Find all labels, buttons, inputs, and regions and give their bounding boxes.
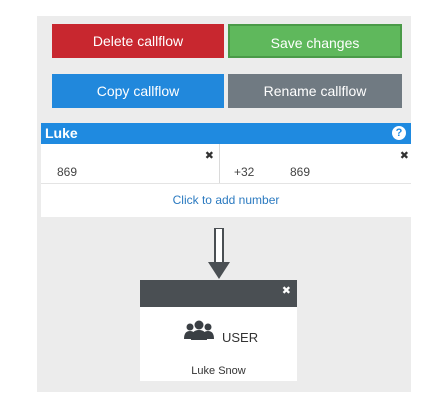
numbers-block-title: Luke [45,125,78,141]
help-icon[interactable]: ? [392,126,406,140]
add-number-link[interactable]: Click to add number [41,183,411,217]
close-icon[interactable]: ✖ [282,284,291,297]
remove-number-icon[interactable]: ✖ [400,149,409,162]
number-entry-right: +32 869 ✖ [220,144,411,183]
user-node-type-label: USER [222,330,259,345]
copy-callflow-button[interactable]: Copy callflow [52,74,224,108]
numbers-block-header: Luke ? [41,123,411,144]
users-icon [184,320,214,340]
flow-arrow-icon [208,228,230,279]
number-entry-left: 869 ✖ [41,144,220,183]
remove-number-icon[interactable]: ✖ [205,149,214,162]
user-node[interactable]: ✖ USER Luke Snow [140,280,297,381]
numbers-block: Luke ? 869 ✖ +32 869 ✖ Click to add numb… [41,123,411,217]
number-prefix: +32 [234,165,255,179]
number-value: 869 [57,165,78,179]
user-node-header: ✖ [140,280,297,307]
rename-callflow-button[interactable]: Rename callflow [228,74,402,108]
user-node-name: Luke Snow [191,365,246,377]
delete-callflow-button[interactable]: Delete callflow [52,24,224,58]
callflow-panel: Delete callflow Save changes Copy callfl… [37,16,411,392]
number-value: 869 [290,165,311,179]
save-changes-button[interactable]: Save changes [228,24,402,58]
